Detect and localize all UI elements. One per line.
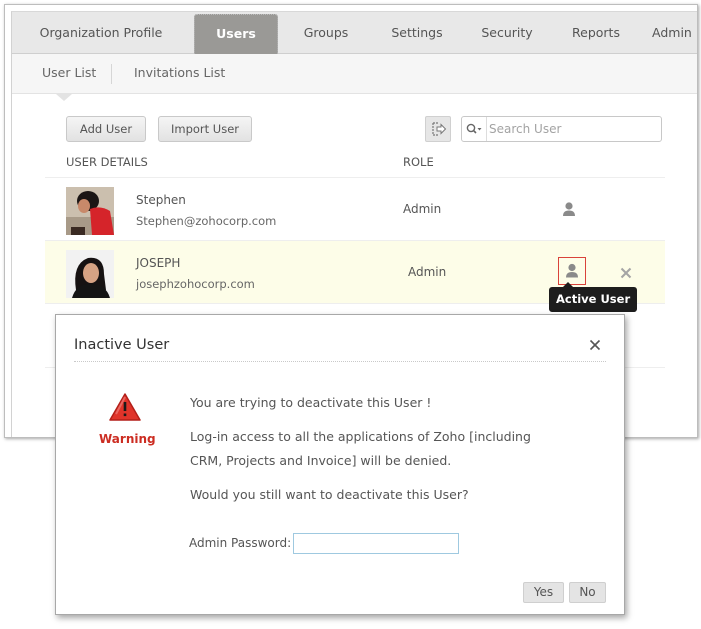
export-button[interactable] (425, 116, 451, 142)
admin-password-label: Admin Password: (189, 536, 292, 550)
close-icon (589, 339, 601, 351)
main-tab-bar: Organization Profile Users Groups Settin… (12, 12, 697, 54)
warning-icon (108, 392, 142, 422)
admin-password-input[interactable] (293, 533, 459, 554)
avatar (66, 187, 114, 235)
tab-organization-profile[interactable]: Organization Profile (26, 14, 176, 54)
search-options-dropdown[interactable] (462, 117, 487, 141)
import-user-button[interactable]: Import User (158, 116, 252, 142)
user-icon (566, 263, 578, 278)
tab-security[interactable]: Security (472, 14, 542, 54)
column-header-user-details: USER DETAILS (66, 155, 148, 169)
user-name[interactable]: Stephen (136, 193, 186, 207)
user-name[interactable]: JOSEPH (136, 256, 180, 270)
tab-users[interactable]: Users (194, 14, 278, 54)
subtab-invitations-list[interactable]: Invitations List (134, 54, 225, 94)
table-row: Stephen Stephen@zohocorp.com Admin (45, 178, 665, 240)
inactive-user-dialog: Inactive User Warning You are trying to … (55, 314, 625, 615)
user-email: josephzohocorp.com (136, 277, 255, 291)
subtab-user-list[interactable]: User List (42, 54, 96, 94)
active-subtab-pointer (56, 94, 72, 101)
column-header-role: ROLE (403, 155, 434, 169)
dialog-message: Log-in access to all the applications of… (190, 429, 531, 468)
search-icon (466, 123, 482, 134)
avatar (66, 250, 114, 298)
sub-tab-bar: User List Invitations List (12, 54, 697, 94)
close-icon (620, 267, 632, 279)
export-icon (432, 122, 447, 136)
active-user-toggle[interactable] (555, 196, 583, 224)
remove-user-button[interactable] (619, 265, 633, 279)
dialog-close-button[interactable] (587, 337, 603, 353)
dialog-message: You are trying to deactivate this User ! (190, 395, 432, 410)
dialog-title: Inactive User (74, 337, 170, 353)
warning-label: Warning (99, 432, 156, 446)
active-user-toggle[interactable] (558, 257, 586, 285)
user-role: Admin (408, 265, 447, 279)
user-icon (563, 202, 575, 216)
search-box (461, 116, 662, 142)
tab-admin[interactable]: Admin (652, 14, 697, 54)
tab-reports[interactable]: Reports (564, 14, 628, 54)
search-user-input[interactable] (489, 119, 657, 139)
tab-settings[interactable]: Settings (382, 14, 452, 54)
active-user-tooltip: Active User (549, 282, 638, 312)
add-user-button[interactable]: Add User (66, 116, 146, 142)
dialog-title-divider (74, 361, 606, 362)
no-button[interactable]: No (569, 582, 606, 603)
dialog-message: Would you still want to deactivate this … (190, 487, 469, 502)
tab-groups[interactable]: Groups (294, 14, 358, 54)
yes-button[interactable]: Yes (523, 582, 564, 603)
user-email: Stephen@zohocorp.com (136, 214, 277, 228)
subtab-divider (111, 64, 112, 84)
user-role: Admin (403, 202, 442, 216)
